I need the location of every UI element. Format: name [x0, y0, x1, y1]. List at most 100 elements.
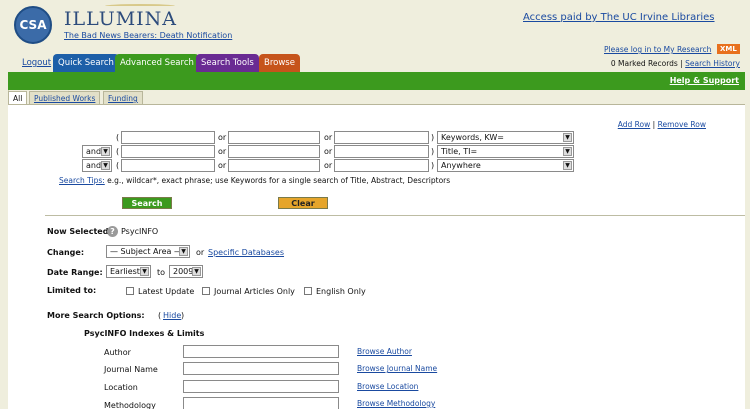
- info-icon[interactable]: ?: [107, 226, 118, 237]
- date-from-value: Earliest: [110, 267, 140, 276]
- search-term-3a[interactable]: [121, 159, 215, 172]
- marked-records: 0 Marked Records: [610, 59, 678, 68]
- remove-row-link[interactable]: Remove Row: [658, 120, 706, 129]
- journal-articles-label: Journal Articles Only: [214, 287, 295, 296]
- row-controls: Add Row | Remove Row: [618, 120, 706, 129]
- clear-button[interactable]: Clear: [278, 197, 328, 209]
- latest-update-checkbox[interactable]: [126, 287, 134, 295]
- more-options-label: More Search Options:: [47, 311, 145, 320]
- field-select-3[interactable]: Anywhere ▼: [437, 159, 574, 172]
- search-term-2c[interactable]: [334, 145, 429, 158]
- journal-articles-checkbox[interactable]: [202, 287, 210, 295]
- limited-to-label: Limited to:: [47, 286, 97, 295]
- operator-select-2[interactable]: and ▼: [82, 145, 112, 158]
- chevron-down-icon[interactable]: ▼: [140, 267, 149, 276]
- search-term-3c[interactable]: [334, 159, 429, 172]
- search-history-link[interactable]: Search History: [685, 59, 740, 68]
- hide-link[interactable]: Hide: [163, 311, 181, 320]
- search-tips: Search Tips: e.g., wildcar*, exact phras…: [59, 176, 450, 185]
- close-paren: ): [431, 161, 435, 170]
- english-only-label: English Only: [316, 287, 366, 296]
- browse-journal-name-link[interactable]: Browse Journal Name: [357, 364, 437, 373]
- to-label: to: [157, 268, 166, 277]
- login-link[interactable]: Please log in to My Research: [604, 45, 711, 54]
- open-paren: (: [116, 161, 120, 170]
- search-term-1a[interactable]: [121, 131, 215, 144]
- chevron-down-icon[interactable]: ▼: [563, 147, 572, 156]
- brand-title: ILLUMINA: [64, 8, 178, 30]
- subject-area-value: — Subject Area —: [110, 247, 182, 256]
- location-input[interactable]: [183, 380, 339, 393]
- subtab-funding[interactable]: Funding: [103, 91, 143, 104]
- chevron-down-icon[interactable]: ▼: [179, 247, 188, 256]
- nav-bar: Help & Support: [8, 72, 745, 90]
- english-only-checkbox[interactable]: [304, 287, 312, 295]
- search-tips-link[interactable]: Search Tips:: [59, 176, 105, 185]
- search-term-3b[interactable]: [228, 159, 320, 172]
- field-select-value: Anywhere: [441, 161, 481, 170]
- search-term-2a[interactable]: [121, 145, 215, 158]
- subtab-published-works[interactable]: Published Works: [29, 91, 101, 104]
- tab-search-tools[interactable]: Search Tools: [196, 54, 259, 72]
- or-label: or: [218, 133, 227, 142]
- methodology-input[interactable]: [183, 397, 339, 409]
- records-status: 0 Marked Records | Search History: [611, 59, 740, 68]
- divider: [45, 215, 745, 216]
- latest-update-label: Latest Update: [138, 287, 195, 296]
- csa-logo[interactable]: CSA: [14, 6, 52, 44]
- journal-name-label: Journal Name: [104, 365, 158, 374]
- operator-select-3[interactable]: and ▼: [82, 159, 112, 172]
- subject-area-select[interactable]: — Subject Area — ▼: [106, 245, 190, 258]
- separator: |: [680, 59, 683, 68]
- now-selected-label: Now Selected:: [47, 227, 112, 236]
- author-label: Author: [104, 348, 131, 357]
- or-label: or: [218, 161, 227, 170]
- operator-value: and: [86, 147, 102, 156]
- location-label: Location: [104, 383, 138, 392]
- close-paren: ): [431, 133, 435, 142]
- search-tips-text: e.g., wildcar*, exact phrase; use Keywor…: [107, 176, 451, 185]
- methodology-label: Methodology: [104, 401, 156, 409]
- subtab-all[interactable]: All: [8, 91, 28, 104]
- tab-browse[interactable]: Browse: [259, 54, 300, 72]
- search-term-1b[interactable]: [228, 131, 320, 144]
- separator: |: [652, 120, 656, 129]
- access-link[interactable]: Access paid by The UC Irvine Libraries: [523, 12, 715, 23]
- add-row-link[interactable]: Add Row: [618, 120, 651, 129]
- date-to-select[interactable]: 2009 ▼: [169, 265, 203, 278]
- field-select-1[interactable]: Keywords, KW= ▼: [437, 131, 574, 144]
- hide-open-paren: (: [158, 311, 162, 320]
- field-select-value: Keywords, KW=: [441, 133, 504, 142]
- browse-author-link[interactable]: Browse Author: [357, 347, 412, 356]
- chevron-down-icon[interactable]: ▼: [563, 133, 572, 142]
- specific-databases-link[interactable]: Specific Databases: [208, 248, 284, 257]
- or-label: or: [196, 248, 205, 257]
- tab-advanced-search[interactable]: Advanced Search: [115, 54, 199, 72]
- date-range-label: Date Range:: [47, 268, 103, 277]
- author-input[interactable]: [183, 345, 339, 358]
- browse-location-link[interactable]: Browse Location: [357, 382, 418, 391]
- chevron-down-icon[interactable]: ▼: [101, 161, 110, 170]
- chevron-down-icon[interactable]: ▼: [563, 161, 572, 170]
- or-label: or: [324, 147, 333, 156]
- journal-name-input[interactable]: [183, 362, 339, 375]
- search-term-1c[interactable]: [334, 131, 429, 144]
- browse-methodology-link[interactable]: Browse Methodology: [357, 399, 435, 408]
- or-label: or: [218, 147, 227, 156]
- operator-value: and: [86, 161, 102, 170]
- search-term-2b[interactable]: [228, 145, 320, 158]
- hide-close-paren: ): [181, 311, 185, 320]
- or-label: or: [324, 133, 333, 142]
- logout-link[interactable]: Logout: [22, 54, 51, 72]
- tab-quick-search[interactable]: Quick Search: [53, 54, 119, 72]
- help-support-link[interactable]: Help & Support: [670, 76, 739, 85]
- chevron-down-icon[interactable]: ▼: [101, 147, 110, 156]
- date-from-select[interactable]: Earliest ▼: [106, 265, 151, 278]
- field-select-value: Title, TI=: [441, 147, 478, 156]
- subtitle-link[interactable]: The Bad News Bearers: Death Notification: [64, 31, 232, 40]
- search-button[interactable]: Search: [122, 197, 172, 209]
- indexes-title: PsycINFO Indexes & Limits: [84, 329, 205, 338]
- xml-badge[interactable]: XML: [717, 44, 740, 54]
- chevron-down-icon[interactable]: ▼: [192, 267, 201, 276]
- field-select-2[interactable]: Title, TI= ▼: [437, 145, 574, 158]
